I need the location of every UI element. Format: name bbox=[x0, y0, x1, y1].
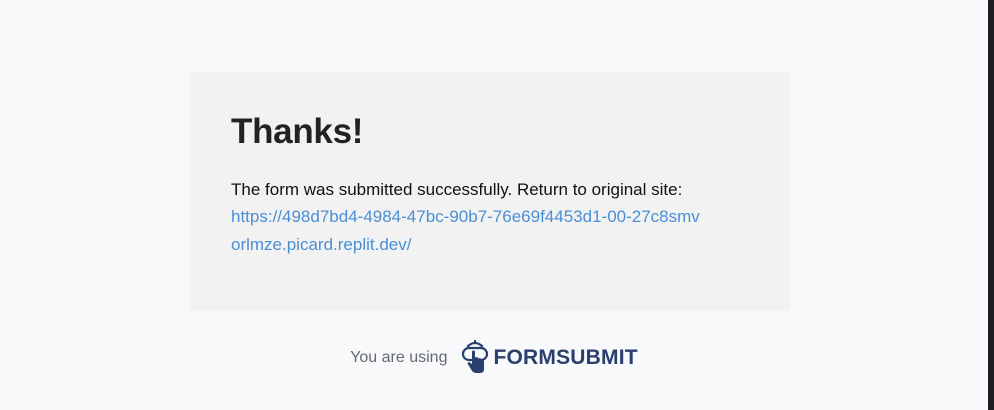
page-title: Thanks! bbox=[231, 112, 364, 151]
footer: You are using FORMSUBMIT bbox=[0, 339, 988, 376]
return-link[interactable]: https://498d7bd4-4984-47bc-90b7-76e69f44… bbox=[231, 203, 701, 259]
brand-name: FORMSUBMIT bbox=[493, 346, 638, 369]
formsubmit-brand-link[interactable]: FORMSUBMIT bbox=[459, 339, 638, 376]
window-edge bbox=[988, 0, 994, 410]
confirmation-card: Thanks! The form was submitted successfu… bbox=[190, 72, 790, 311]
footer-prefix: You are using bbox=[350, 349, 448, 366]
success-message: The form was submitted successfully. Ret… bbox=[231, 180, 683, 199]
hand-pointer-icon bbox=[459, 339, 491, 376]
